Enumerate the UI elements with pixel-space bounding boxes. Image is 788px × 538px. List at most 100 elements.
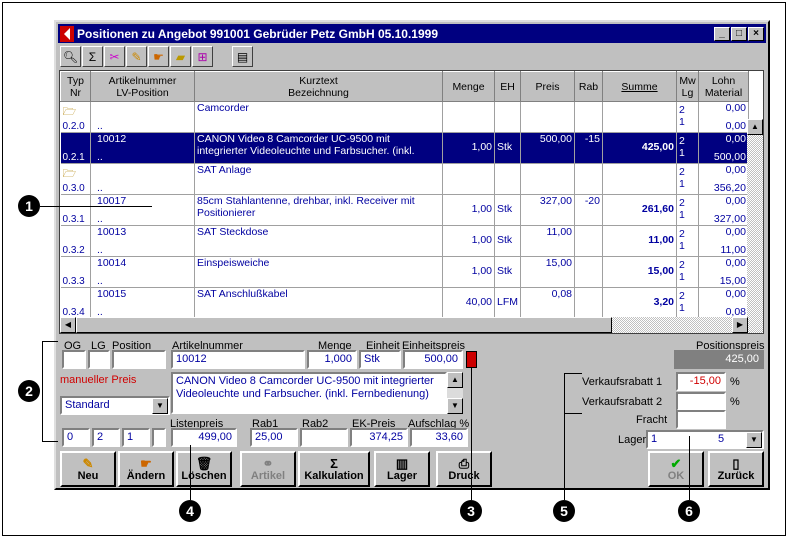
minimize-icon[interactable]: _ — [714, 26, 730, 41]
lager-dropdown-icon[interactable]: ▼ — [746, 432, 762, 448]
beschreibung-scrollbar[interactable]: ▲ ▼ — [447, 372, 463, 414]
table-row[interactable]: 🗁 0.3.0.. SAT Anlage 2 1 0,00 356,20 — [60, 163, 749, 195]
lager-nr: 1 — [679, 209, 685, 221]
column-header[interactable]: Artikelnummer LV-Position — [90, 71, 195, 102]
vertical-scrollbar[interactable]: ▲ ▼ — [747, 119, 763, 333]
einheit: Stk — [497, 234, 513, 246]
table-row[interactable]: 0.3.4 10015.. SAT Anschlußkabel 40,00 LFM 0,0… — [60, 287, 749, 319]
close-icon[interactable]: × — [748, 26, 764, 41]
desc-scroll-down-icon[interactable]: ▼ — [447, 398, 463, 414]
horizontal-scrollbar[interactable]: ◀ ▶ — [60, 317, 748, 333]
column-header[interactable]: Lohn Material — [698, 71, 749, 102]
document-icon[interactable]: ▤ — [232, 46, 253, 67]
table-cell: 0,00 15,00 — [698, 256, 749, 288]
lg-value[interactable]: 2 — [92, 428, 120, 447]
table-row[interactable]: 0.3.3 10014.. Einspeisweiche 1,00 Stk 15,00 15… — [60, 256, 749, 288]
artikel-button[interactable]: ⚭ Artikel — [240, 451, 296, 487]
scissors-icon[interactable]: ✂ — [104, 46, 125, 67]
aendern-button[interactable]: ☛ Ändern — [118, 451, 174, 487]
column-header[interactable]: Summe — [602, 71, 677, 102]
kalkulation-button[interactable]: Σ Kalkulation — [298, 451, 370, 487]
table-cell: 1,00 — [442, 225, 495, 257]
desc-scroll-up-icon[interactable]: ▲ — [447, 372, 463, 388]
hand-icon[interactable]: ☛ — [148, 46, 169, 67]
vk2-percent: % — [730, 396, 740, 408]
einheit: Stk — [497, 265, 513, 277]
scroll-thumb[interactable] — [76, 317, 612, 333]
table-cell — [574, 287, 603, 319]
lohn: 0,00 — [725, 288, 746, 300]
table-cell: 0,00 11,00 — [698, 225, 749, 257]
neu-button[interactable]: ✎ Neu — [60, 451, 116, 487]
fracht-input[interactable] — [676, 410, 726, 429]
lager-button-label: Lager — [387, 469, 417, 482]
table-row[interactable]: 0.3.2 10013.. SAT Steckdose 1,00 Stk 11,00 11,… — [60, 225, 749, 257]
mwst: 2 — [679, 104, 685, 116]
column-header[interactable]: Kurztext Bezeichnung — [194, 71, 443, 102]
ok-button[interactable]: ✔ OK — [648, 451, 704, 487]
header-line-2: Lg — [681, 86, 694, 99]
vk1-input[interactable]: -15,00 — [676, 372, 726, 391]
table-cell: 11,00 — [602, 225, 677, 257]
pencil-icon[interactable]: ✎ — [126, 46, 147, 67]
menge-input[interactable]: 1,000 — [307, 350, 357, 369]
material: 15,00 — [719, 275, 746, 287]
table-cell: .. — [90, 101, 195, 133]
table-cell — [520, 163, 575, 195]
table-cell: 0,00 0,00 — [698, 101, 749, 133]
listenpreis-input[interactable]: 499,00 — [171, 428, 237, 447]
scroll-left-icon[interactable]: ◀ — [60, 317, 76, 333]
loeschen-button[interactable]: 🗑︎ Löschen — [176, 451, 232, 487]
header-line-2: Bezeichnung — [288, 86, 349, 99]
lager-nr: 1 — [679, 178, 685, 190]
table-cell: 21 — [676, 287, 699, 319]
extra-value[interactable] — [152, 428, 166, 447]
aufschlag-input[interactable]: 33,60 — [410, 428, 468, 447]
column-header[interactable]: Typ Nr — [60, 71, 91, 102]
column-header[interactable]: EH — [494, 71, 521, 102]
column-header[interactable]: Rab — [574, 71, 603, 102]
ekpreis-input[interactable]: 374,25 — [350, 428, 408, 447]
scroll-up-icon[interactable]: ▲ — [747, 119, 763, 135]
vk2-input[interactable] — [676, 392, 726, 411]
table-cell: -15 — [574, 132, 603, 164]
column-header[interactable]: Preis — [520, 71, 575, 102]
table-cell: 21 — [676, 101, 699, 133]
og-value[interactable]: 0 — [62, 428, 90, 447]
sigma-icon[interactable]: Σ — [82, 46, 103, 67]
typ-nr: 0.3.2 — [62, 245, 85, 256]
folder-icon[interactable]: ▰ — [170, 46, 191, 67]
druck-button[interactable]: ⎙ Druck — [436, 451, 492, 487]
zurueck-button[interactable]: ▯ Zurück — [708, 451, 764, 487]
pos-value[interactable]: 1 — [122, 428, 150, 447]
column-header[interactable]: Mw Lg — [676, 71, 699, 102]
lg-input[interactable] — [88, 350, 110, 369]
position-input[interactable] — [112, 350, 166, 369]
table-row[interactable]: 0.2.1 10012.. CANON Video 8 Camcorder UC-9… — [60, 132, 749, 164]
vk1-percent: % — [730, 376, 740, 388]
beschreibung-textarea[interactable]: CANON Video 8 Camcorder UC-9500 mit inte… — [171, 372, 447, 414]
einheit-input[interactable]: Stk — [359, 350, 401, 369]
manual-price-toggle[interactable] — [466, 351, 477, 368]
artikelnummer: 10014 — [97, 257, 127, 269]
lager-button[interactable]: ▥ Lager — [374, 451, 430, 487]
scroll-right-icon[interactable]: ▶ — [732, 317, 748, 333]
table-cell: 425,00 — [602, 132, 677, 164]
column-header[interactable]: Menge — [442, 71, 495, 102]
typ-nr: 0.3.0 — [62, 183, 85, 194]
maximize-icon[interactable]: □ — [731, 26, 747, 41]
tree-icon[interactable]: ⊞ — [192, 46, 213, 67]
rab1-input[interactable]: 25,00 — [250, 428, 298, 447]
einheitspreis-input[interactable]: 500,00 — [403, 350, 463, 369]
rab2-input[interactable] — [300, 428, 348, 447]
preisart-dropdown-icon[interactable]: ▼ — [152, 398, 168, 414]
kurztext: SAT Anlage — [197, 164, 252, 176]
artikelnummer-input[interactable]: 10012 — [171, 350, 305, 369]
og-input[interactable] — [62, 350, 86, 369]
table-cell: 0.3.2 — [60, 225, 91, 257]
einheit: LFM — [497, 296, 518, 308]
table-row[interactable]: 🗁 0.2.0.. Camcorder 2 1 0,00 0,00 — [60, 101, 749, 133]
search-icon[interactable]: 🔍︎ — [60, 46, 81, 67]
table-cell: 500,00 — [520, 132, 575, 164]
table-row[interactable]: 0.3.1 10017.. 85cm Stahlantenne, drehbar, … — [60, 194, 749, 226]
